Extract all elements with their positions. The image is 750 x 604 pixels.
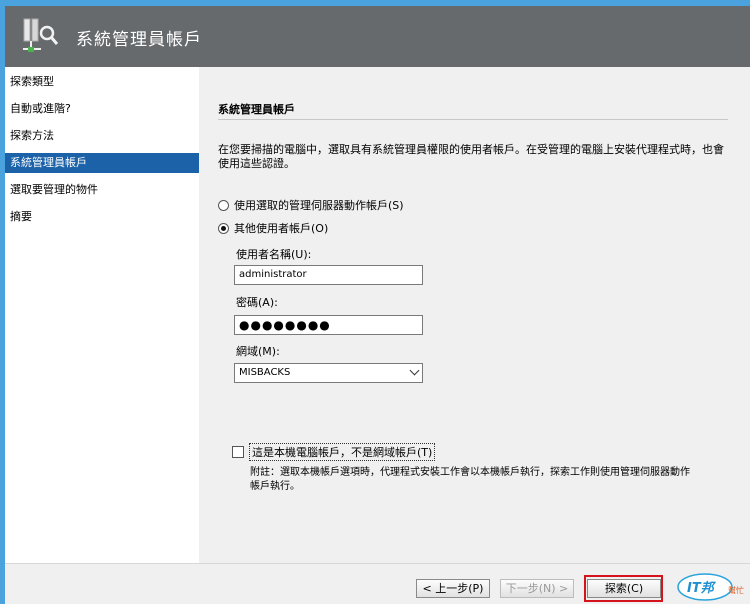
domain-value: MISBACKS [239, 367, 291, 378]
section-description: 在您要掃描的電腦中，選取具有系統管理員權限的使用者帳戶。在受管理的電腦上安裝代理… [218, 143, 724, 170]
nav-item-discovery-method[interactable]: 探索方法 [5, 126, 199, 146]
wizard-window: 系統管理員帳戶 探索類型 自動或進階? 探索方法 系統管理員帳戶 選取要管理的物… [5, 6, 750, 604]
wizard-footer: < 上一步(P) 下一步(N) > 探索(C) IT邦 幫忙 [5, 563, 750, 604]
section-divider [218, 119, 728, 120]
domain-select[interactable]: MISBACKS [234, 363, 423, 383]
ithome-logo: IT邦 幫忙 [677, 573, 744, 601]
radio-label: 其他使用者帳戶(O) [234, 222, 329, 235]
section-title: 系統管理員帳戶 [218, 103, 295, 116]
username-field[interactable]: administrator [234, 265, 423, 285]
page-title: 系統管理員帳戶 [76, 30, 202, 50]
main-panel: 系統管理員帳戶 在您要掃描的電腦中，選取具有系統管理員權限的使用者帳戶。在受管理… [199, 67, 750, 563]
wizard-nav: 探索類型 自動或進階? 探索方法 系統管理員帳戶 選取要管理的物件 摘要 [5, 67, 199, 563]
local-account-checkbox[interactable] [232, 446, 244, 458]
radio-action-account[interactable]: 使用選取的管理伺服器動作帳戶(S) [218, 197, 404, 213]
local-account-label: 這是本機電腦帳戶，不是網域帳戶(T) [249, 443, 436, 461]
domain-label: 網域(M): [236, 345, 280, 358]
radio-label: 使用選取的管理伺服器動作帳戶(S) [234, 199, 404, 212]
local-account-checkbox-row[interactable]: 這是本機電腦帳戶，不是網域帳戶(T) [232, 443, 436, 461]
nav-item-auto-or-advanced[interactable]: 自動或進階? [5, 99, 199, 119]
nav-item-select-objects[interactable]: 選取要管理的物件 [5, 180, 199, 200]
radio-other-account[interactable]: 其他使用者帳戶(O) [218, 220, 328, 236]
password-label: 密碼(A): [236, 296, 278, 309]
prev-button[interactable]: < 上一步(P) [416, 579, 490, 598]
network-discovery-icon [23, 18, 59, 52]
radio-button-selected[interactable] [218, 222, 229, 234]
radio-button[interactable] [218, 199, 229, 211]
logo-subtext: 幫忙 [728, 585, 744, 595]
logo-text: IT邦 [687, 580, 717, 596]
next-button[interactable]: 下一步(N) > [500, 579, 574, 598]
chevron-down-icon[interactable] [409, 365, 420, 376]
nav-item-admin-account[interactable]: 系統管理員帳戶 [5, 153, 199, 173]
nav-item-summary[interactable]: 摘要 [5, 207, 199, 227]
username-label: 使用者名稱(U): [236, 248, 312, 261]
password-field[interactable]: ●●●●●●●● [234, 315, 423, 335]
window-header: 系統管理員帳戶 [5, 6, 750, 67]
note-text: 附註：選取本機帳戶選項時，代理程式安裝工作會以本機帳戶執行，探索工作則使用管理伺… [250, 467, 690, 492]
nav-item-discovery-type[interactable]: 探索類型 [5, 72, 199, 92]
discover-button[interactable]: 探索(C) [587, 579, 661, 598]
